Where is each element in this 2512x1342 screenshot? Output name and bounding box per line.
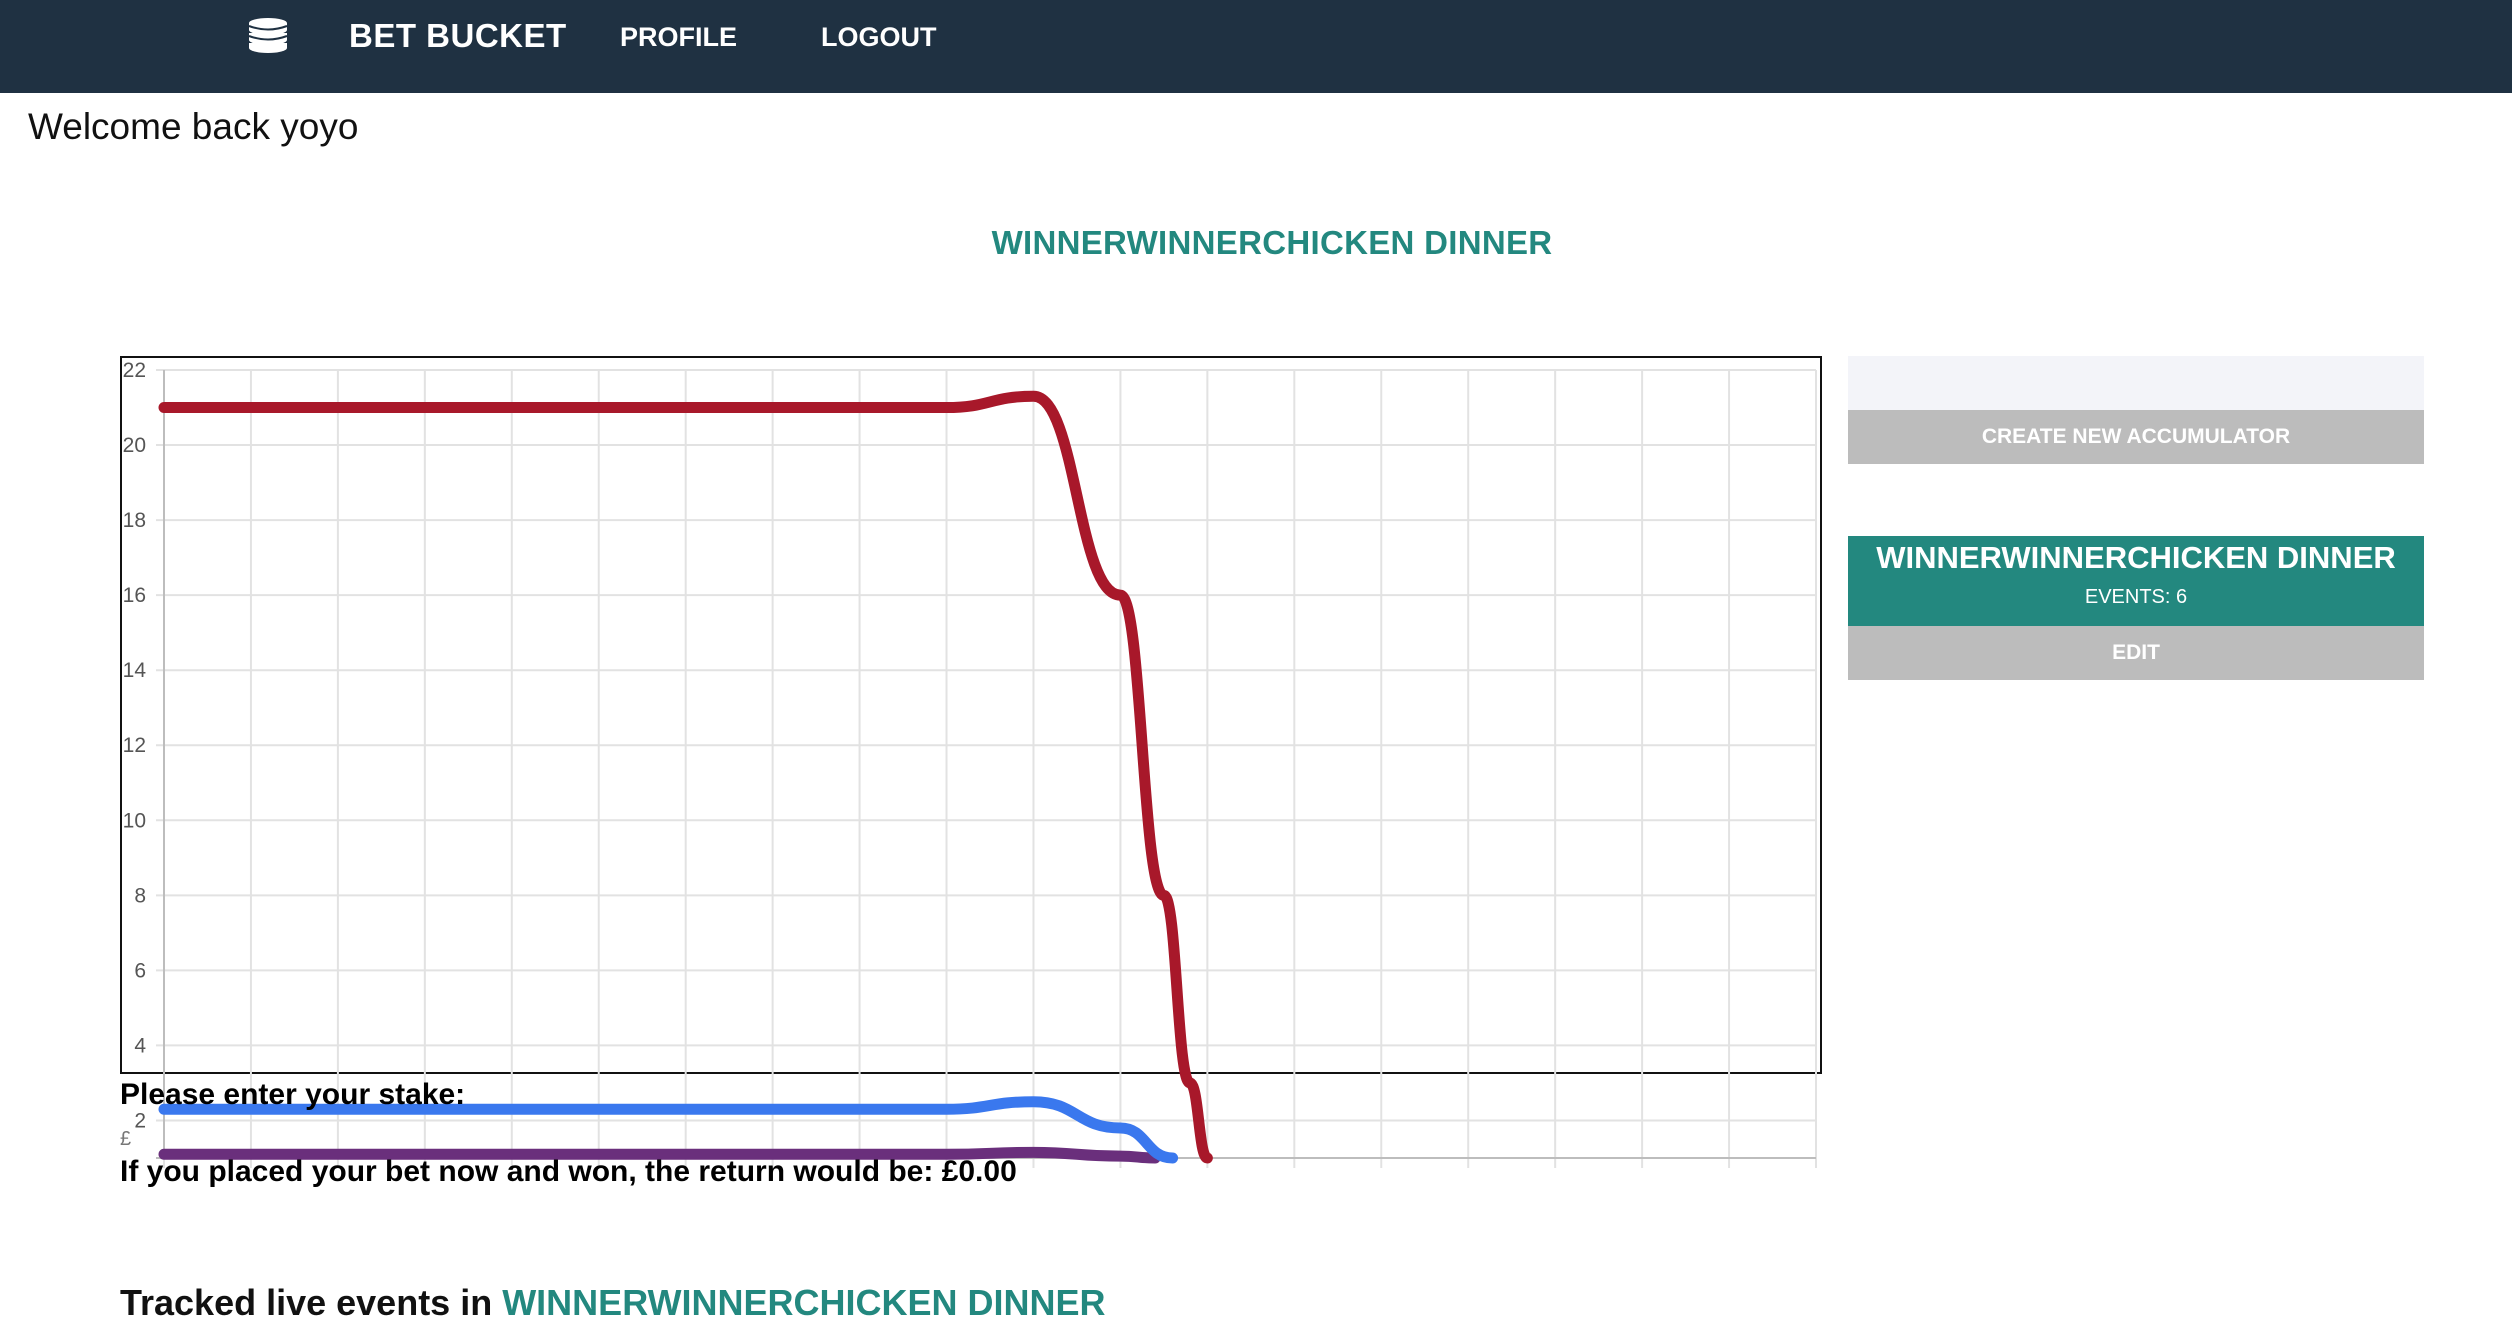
accumulator-card[interactable]: WINNERWINNERCHICKEN DINNER EVENTS: 6 — [1848, 536, 2424, 626]
new-accumulator-name-input[interactable] — [1848, 356, 2424, 410]
chart-y-tick-label: 8 — [134, 884, 146, 907]
chart-y-tick-label: 10 — [123, 809, 146, 832]
currency-prefix: £ — [120, 1128, 132, 1150]
accumulator-name: WINNERWINNERCHICKEN DINNER — [1876, 540, 2396, 575]
chart-y-tick-label: 20 — [123, 434, 146, 457]
chart-y-tick-label: 18 — [123, 509, 146, 532]
chart-y-tick-label: 4 — [134, 1034, 146, 1057]
accumulator-events-count: EVENTS: 6 — [2084, 586, 2188, 608]
create-accumulator-button[interactable]: CREATE NEW ACCUMULATOR — [1848, 410, 2424, 464]
stake-label: Please enter your stake: — [120, 1078, 466, 1111]
tracked-events-prefix: Tracked live events in — [120, 1282, 503, 1323]
chart-y-tick-label: 14 — [123, 659, 147, 682]
odds-line-chart: 2 4 6 8 10 12 14 16 18 20 22 — [123, 359, 1817, 1168]
tracked-events-heading: Tracked live events in WINNERWINNERCHICK… — [120, 1282, 1106, 1324]
chart-y-tick-label: 6 — [134, 959, 146, 982]
potential-return-text: If you placed your bet now and won, the … — [120, 1155, 1017, 1188]
chart-y-tick-label: 16 — [123, 584, 146, 607]
chart-y-tick-label: 12 — [123, 734, 146, 757]
chart-y-tick-label: 2 — [134, 1109, 146, 1132]
chart-y-tick-label: 22 — [123, 359, 146, 382]
edit-accumulator-button[interactable]: EDIT — [1848, 626, 2424, 680]
tracked-accumulator-name[interactable]: WINNERWINNERCHICKEN DINNER — [502, 1282, 1105, 1323]
